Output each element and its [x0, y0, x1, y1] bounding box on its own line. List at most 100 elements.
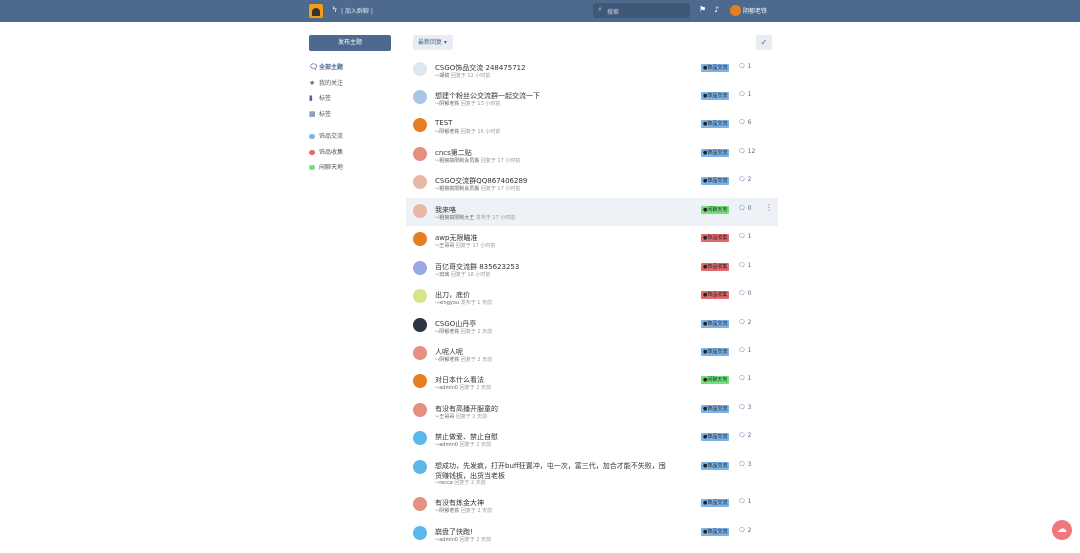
discussion-title[interactable]: 想成功，先发疯，打开buff狂置冲，屯一次，富三代，加合才能不失败，囤 货赚钱板，… — [435, 461, 666, 481]
discussion-meta: ↪王哥哥 回复于 17 小时前 — [435, 242, 495, 249]
discussion-meta: ↪王哥哥 回复于 2 天前 — [435, 413, 487, 420]
discussion-row[interactable]: 崩盘了快跑! ↪admin0 回复于 2 天前 ●饰品交流 🗨 2 — [406, 520, 778, 548]
discussion-tag[interactable]: ●饰品交流 — [701, 149, 730, 157]
author-name[interactable]: 阴郁老铁 — [439, 129, 459, 135]
discussion-meta: ↪粗狼搞限制大王 发布于 17 小时前 — [435, 214, 515, 221]
star-icon: ★ — [309, 79, 316, 87]
sidebar-item-tags[interactable]: ▮ 标签 — [309, 93, 331, 102]
discussion-tag[interactable]: ●饰品交流 — [701, 433, 730, 441]
discussion-row[interactable]: TEST ↪阴郁老铁 回复于 16 小时前 ●饰品交流 🗨 6 — [406, 112, 778, 140]
author-name[interactable]: 王哥哥 — [439, 243, 454, 249]
discussion-row[interactable]: cncs第二贴 ↪粗狼搞限制会员搬 回复于 17 小时前 ●饰品交流 🗨 12 — [406, 141, 778, 169]
author-name[interactable]: 粗狼搞限制会员搬 — [439, 186, 479, 192]
author-name[interactable]: admin0 — [439, 537, 458, 543]
reply-count: 🗨 2 — [738, 319, 752, 326]
author-avatar[interactable] — [413, 374, 427, 388]
author-avatar[interactable] — [413, 346, 427, 360]
discussion-tag[interactable]: ●饰品交流 — [701, 348, 730, 356]
author-avatar[interactable] — [413, 497, 427, 511]
discussion-tag[interactable]: ●饰品收集 — [701, 263, 730, 271]
author-name[interactable]: 湖镜 — [439, 73, 449, 79]
more-options-icon[interactable]: ⋮ — [765, 203, 773, 212]
discussion-row[interactable]: CSGO饰品交流 248475712 ↪湖镜 回复于 12 小时前 ●饰品交流 🗨 1 — [406, 56, 778, 84]
discussion-tag[interactable]: ●饰品交流 — [701, 462, 730, 470]
site-logo[interactable] — [309, 4, 323, 18]
author-name[interactable]: admin0 — [439, 442, 458, 448]
discussion-tag[interactable]: ●饰品交流 — [701, 320, 730, 328]
discussion-row[interactable]: 禁止做爱、禁止自慰 ↪admin0 回复于 2 天前 ●饰品交流 🗨 2 — [406, 425, 778, 453]
sidebar-item-all[interactable]: 🗨全部主题 — [309, 62, 343, 71]
author-name[interactable]: 粗狼搞限制大王 — [439, 215, 474, 221]
reply-time: 回复于 13 小时前 — [460, 101, 501, 107]
author-avatar[interactable] — [413, 318, 427, 332]
flag-icon[interactable]: ⚑ — [699, 5, 706, 14]
discussion-row[interactable]: 我来咯 ↪粗狼搞限制大王 发布于 17 小时前 ●闲聊天地 🗨 0 ⋮ — [406, 198, 778, 226]
user-avatar[interactable] — [730, 5, 741, 16]
sort-dropdown[interactable]: 最新回复 ▾ — [413, 35, 453, 50]
reply-time: 发布于 17 小时前 — [475, 215, 516, 221]
sidebar-tag-chat[interactable]: 闲聊天地 — [309, 162, 343, 171]
discussion-tag[interactable]: ●饰品交流 — [701, 120, 730, 128]
discussion-row[interactable]: CSGO交流群QQ867406289 ↪粗狼搞限制会员搬 回复于 17 小时前 ●饰… — [406, 169, 778, 197]
author-name[interactable]: 粗狼搞限制会员搬 — [439, 158, 479, 164]
discussion-row[interactable]: awp无限瞄准 ↪王哥哥 回复于 17 小时前 ●饰品收集 🗨 1 — [406, 226, 778, 254]
discussion-row[interactable]: 有没有高播开服童的 ↪王哥哥 回复于 2 天前 ●饰品交流 🗨 3 — [406, 397, 778, 425]
author-avatar[interactable] — [413, 460, 427, 474]
author-avatar[interactable] — [413, 403, 427, 417]
author-avatar[interactable] — [413, 526, 427, 540]
join-group-link[interactable]: | 加入群聊 | — [341, 6, 373, 15]
discussion-row[interactable]: 人呢人呢 ↪阴郁老铁 回复于 2 天前 ●饰品交流 🗨 1 — [406, 340, 778, 368]
author-avatar[interactable] — [413, 289, 427, 303]
sidebar-tag-trade[interactable]: 饰品交流 — [309, 131, 343, 140]
author-avatar[interactable] — [413, 204, 427, 218]
discussion-tag[interactable]: ●饰品交流 — [701, 92, 730, 100]
author-name[interactable]: 阴郁老铁 — [439, 357, 459, 363]
discussion-tag[interactable]: ●饰品交流 — [701, 177, 730, 185]
sidebar-item-following[interactable]: ★ 我的关注 — [309, 78, 343, 87]
sidebar-item-tags-grid[interactable]: ▦ 标签 — [309, 109, 331, 118]
author-avatar[interactable] — [413, 431, 427, 445]
discussion-row[interactable]: 对日本什么看法 ↪admin0 回复于 2 天前 ●闲聊天地 🗨 1 — [406, 368, 778, 396]
author-name[interactable]: 阴郁老铁 — [439, 329, 459, 335]
author-name[interactable]: 琉璃 — [439, 272, 449, 278]
discussion-title[interactable]: TEST — [435, 119, 452, 127]
author-name[interactable]: recca — [439, 480, 453, 486]
author-name[interactable]: 王哥哥 — [439, 414, 454, 420]
author-avatar[interactable] — [413, 147, 427, 161]
author-avatar[interactable] — [413, 118, 427, 132]
post-topic-button[interactable]: 发布主题 — [309, 35, 391, 51]
discussion-tag[interactable]: ●饰品收集 — [701, 234, 730, 242]
discussion-row[interactable]: 想成功，先发疯，打开buff狂置冲，屯一次，富三代，加合才能不失败，囤 货赚钱板，… — [406, 454, 778, 490]
author-avatar[interactable] — [413, 62, 427, 76]
discussion-tag[interactable]: ●闲聊天地 — [701, 206, 730, 214]
user-name[interactable]: 阴郁老铁 — [743, 6, 767, 15]
reply-count: 🗨 2 — [738, 432, 752, 439]
discussion-row[interactable]: 百亿哥交流群 835623253 ↪琉璃 回复于 18 小时前 ●饰品收集 🗨 1 — [406, 255, 778, 283]
author-avatar[interactable] — [413, 261, 427, 275]
author-name[interactable]: admin0 — [439, 385, 458, 391]
discussion-tag[interactable]: ●饰品交流 — [701, 405, 730, 413]
comment-icon: 🗨 — [738, 205, 746, 212]
discussion-row[interactable]: CSGO山丹亭 ↪阴郁老铁 回复于 2 天前 ●饰品交流 🗨 2 — [406, 312, 778, 340]
mark-read-button[interactable]: ✓ — [756, 35, 772, 50]
author-avatar[interactable] — [413, 90, 427, 104]
reply-count: 🗨 1 — [738, 91, 752, 98]
discussion-row[interactable]: 出刀，底价 ↪xingyou 发布于 1 天前 ●饰品收集 🗨 0 — [406, 283, 778, 311]
discussion-row[interactable]: 想建个粉丝公交流群一起交流一下 ↪阴郁老铁 回复于 13 小时前 ●饰品交流 🗨 1 — [406, 84, 778, 112]
discussion-tag[interactable]: ●饰品交流 — [701, 499, 730, 507]
discussion-tag[interactable]: ●饰品收集 — [701, 291, 730, 299]
bell-icon[interactable]: ♪ — [714, 5, 719, 14]
discussion-tag[interactable]: ●闲聊天地 — [701, 376, 730, 384]
author-name[interactable]: 阴郁老铁 — [439, 101, 459, 107]
author-name[interactable]: 阴郁老铁 — [439, 508, 459, 514]
author-avatar[interactable] — [413, 175, 427, 189]
reply-time: 回复于 2 天前 — [460, 508, 493, 514]
author-name[interactable]: xingyou — [439, 300, 459, 306]
discussion-row[interactable]: 有没有炼金大神 ↪阴郁老铁 回复于 2 天前 ●饰品交流 🗨 1 — [406, 491, 778, 519]
sidebar-tag-collect[interactable]: 饰品收集 — [309, 147, 343, 156]
author-avatar[interactable] — [413, 232, 427, 246]
discussion-tag[interactable]: ●饰品交流 — [701, 64, 730, 72]
chat-bubble-icon[interactable]: ☁ — [1052, 520, 1072, 540]
discussion-tag[interactable]: ●饰品交流 — [701, 528, 730, 536]
search-box[interactable]: ⌕ 搜索 — [593, 3, 690, 18]
